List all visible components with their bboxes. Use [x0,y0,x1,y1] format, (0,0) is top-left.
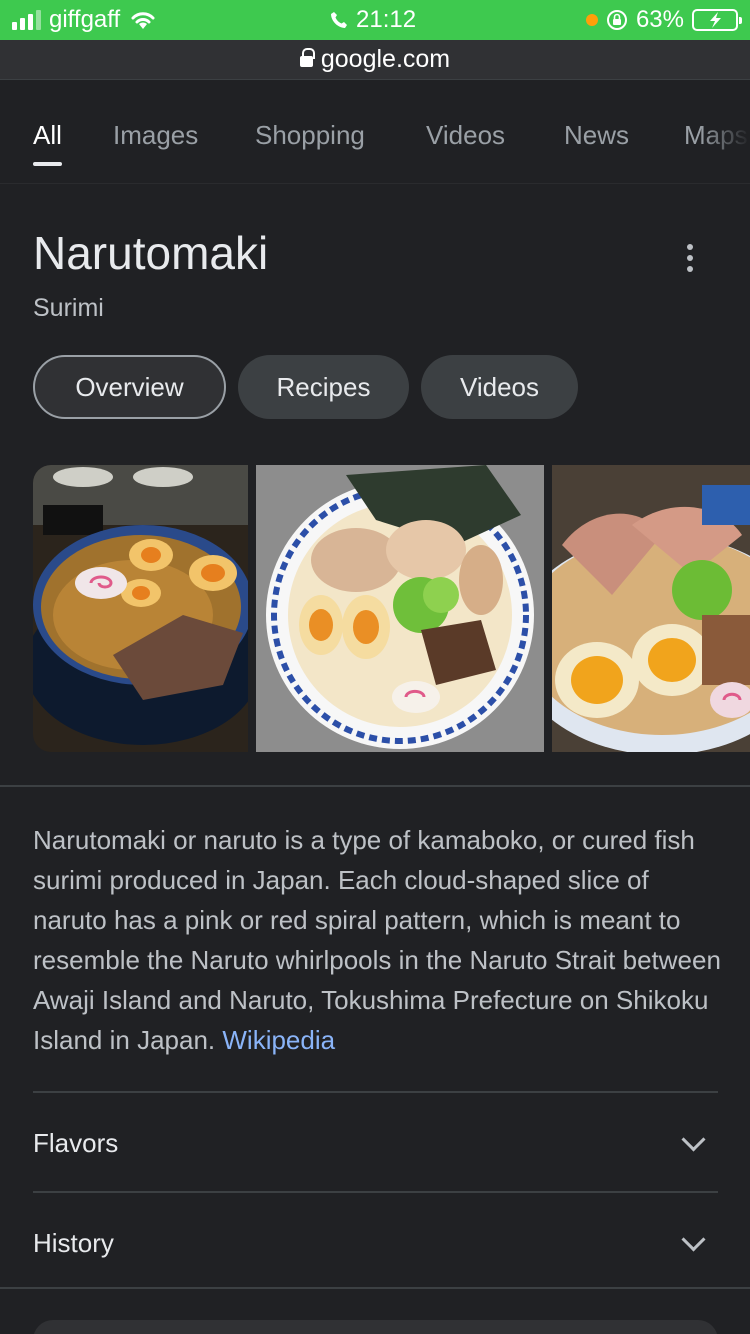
ramen-image-2[interactable] [256,465,544,752]
tab-all[interactable]: All [33,120,62,166]
chevron-down-icon [682,1231,706,1255]
battery-icon [692,9,742,31]
carrier-name: giffgaff [49,6,121,33]
entity-title: Narutomaki [33,227,269,279]
section-divider [0,785,750,787]
tab-images[interactable]: Images [113,120,198,151]
section-history-label: History [33,1227,114,1258]
tab-shopping[interactable]: Shopping [255,120,365,151]
url-bar[interactable]: google.com [0,40,750,80]
clock: 21:12 [356,6,417,33]
section-divider [0,1287,750,1289]
wikipedia-link[interactable]: Wikipedia [222,1025,335,1055]
status-right: 63% [585,6,742,34]
tabs-fade [700,90,750,170]
more-vert-icon[interactable] [678,240,702,276]
url-domain: google.com [320,45,451,73]
chip-recipes[interactable]: Recipes [238,355,409,419]
status-time: 21:12 [330,6,416,34]
entity-subtitle: Surimi [33,294,104,322]
status-bar: giffgaff 21:12 63% [0,0,750,40]
phone-icon [331,12,347,28]
carrier-group: giffgaff [12,6,158,34]
chip-overview[interactable]: Overview [33,355,226,419]
section-flavors[interactable]: Flavors [33,1094,718,1192]
divider [33,1191,718,1193]
search-tabs: All Images Shopping Videos News Maps [0,80,750,184]
next-card-edge [33,1320,718,1334]
ramen-image-3[interactable] [552,465,750,752]
ramen-image-1[interactable] [33,465,248,752]
section-flavors-label: Flavors [33,1127,119,1158]
signal-icon [12,10,41,30]
orientation-lock-icon [606,10,627,30]
divider [33,1091,718,1093]
tab-news[interactable]: News [564,120,629,151]
description-text: Narutomaki or naruto is a type of kamabo… [33,825,721,1055]
recording-dot-icon [585,14,598,26]
chip-videos[interactable]: Videos [421,355,578,419]
entity-description: Narutomaki or naruto is a type of kamabo… [33,820,723,1060]
section-history[interactable]: History [33,1194,718,1292]
chevron-down-icon [682,1131,706,1155]
lock-icon [299,47,315,70]
battery-percent: 63% [635,6,684,33]
tab-videos[interactable]: Videos [426,120,505,151]
wifi-icon [131,12,155,29]
